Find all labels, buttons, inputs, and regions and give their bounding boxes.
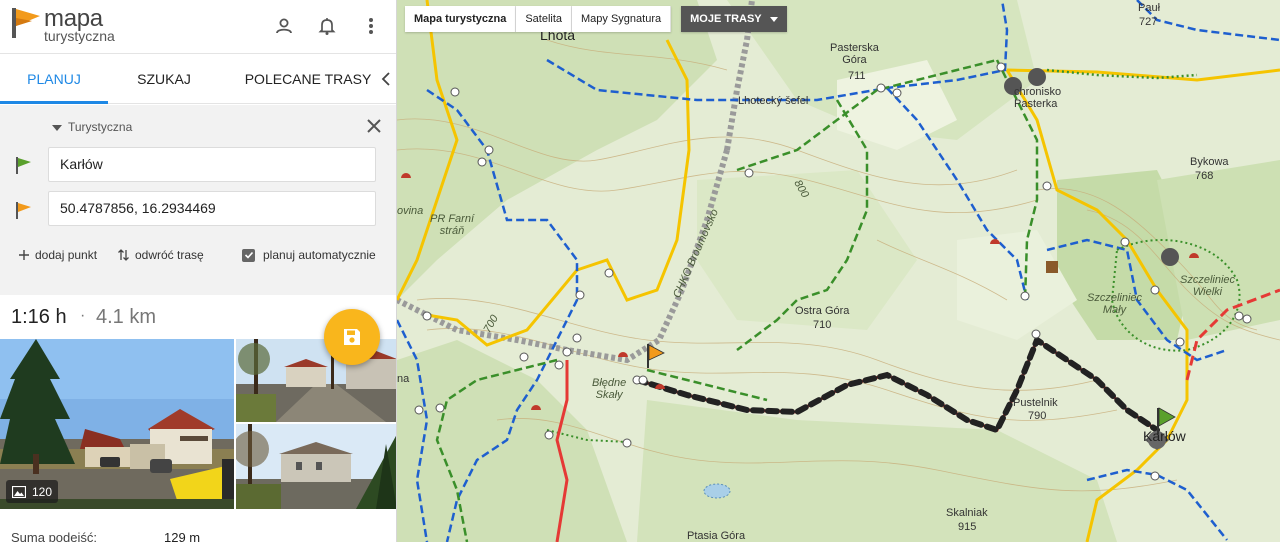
end-point-input[interactable]: 50.4787856, 16.2934469 — [48, 191, 376, 226]
route-distance: 4.1 km — [96, 306, 157, 328]
save-icon — [344, 329, 360, 345]
top-bar: mapa turystyczna — [0, 0, 396, 54]
map-type-toolbar: Mapa turystyczna Satelita Mapy Sygnatura… — [405, 6, 787, 32]
end-flag-icon — [16, 202, 31, 219]
label-ostra-gora: Ostra Góra — [795, 305, 850, 317]
photo-count: 120 — [32, 484, 53, 499]
reverse-route-button[interactable]: odwróć trasę — [117, 248, 204, 262]
swap-vert-icon — [118, 249, 129, 261]
label-bledne-skaly: Błędne Skały — [592, 377, 627, 401]
collapse-panel-button[interactable] — [375, 54, 396, 104]
map-view[interactable]: Mapa turystyczna Satelita Mapy Sygnatura… — [397, 0, 1280, 542]
image-icon — [12, 485, 26, 498]
bell-icon[interactable] — [314, 13, 340, 39]
tab-bar: PLANUJ SZUKAJ POLECANE TRASY — [0, 54, 396, 104]
label-pustelnik-elev: 790 — [1028, 410, 1047, 422]
start-flag-icon — [16, 157, 31, 174]
close-planner-button[interactable] — [365, 117, 383, 135]
plus-icon — [19, 250, 29, 260]
summary-separator: · — [80, 307, 86, 324]
ascent-value: 129 m — [164, 530, 201, 542]
check-icon — [244, 251, 253, 259]
user-icon[interactable] — [271, 13, 297, 39]
map-type-tourist-button[interactable]: Mapa turystyczna — [405, 6, 517, 32]
tab-planuj[interactable]: PLANUJ — [0, 54, 108, 104]
label-paul-elev: 727 — [1139, 16, 1158, 28]
map-type-signature-button[interactable]: Mapy Sygnatura — [572, 6, 672, 32]
caret-down-icon — [769, 16, 778, 22]
label-ptasia-gora: Ptasia Góra — [687, 530, 746, 542]
label-lhotecky-sefel: Lhotecký šefel — [738, 95, 809, 107]
reverse-route-label: odwróć trasę — [135, 248, 204, 262]
more-vert-icon[interactable] — [358, 13, 384, 39]
label-skalniak: Skalniak — [946, 507, 988, 519]
photo-count-badge[interactable]: 120 — [6, 480, 59, 503]
auto-plan-label: planuj automatycznie — [263, 248, 376, 262]
label-schronisko: chronisko Pasterka — [1014, 86, 1062, 110]
route-type-select[interactable]: Turystyczna — [52, 120, 132, 134]
label-skalniak-elev: 915 — [958, 521, 977, 533]
label-bykowa: Bykowa — [1190, 156, 1229, 168]
ascent-label: Suma podejść: — [11, 530, 97, 542]
photo-gallery: 120 — [0, 339, 397, 509]
auto-plan-toggle[interactable]: planuj automatycznie — [242, 248, 376, 262]
my-routes-button[interactable]: MOJE TRASY — [681, 6, 787, 32]
route-time: 1:16 h — [11, 306, 67, 328]
sidebar: mapa turystyczna PLANUJ SZUKAJ POLECANE … — [0, 0, 397, 542]
logo-text-sub: turystyczna — [44, 28, 115, 44]
label-ovina: ovina — [397, 205, 424, 217]
my-routes-label: MOJE TRASY — [690, 13, 762, 25]
map-type-satellite-button[interactable]: Satelita — [516, 6, 573, 32]
label-szczeliniec-wielki: Szczeliniec Wielki — [1180, 274, 1236, 298]
tab-polecane-trasy[interactable]: POLECANE TRASY — [240, 54, 376, 104]
label-pr-farni-stran: PR Farní stráň — [430, 213, 475, 237]
label-paul: Pauł — [1138, 2, 1161, 14]
route-type-label: Turystyczna — [68, 120, 133, 134]
label-pasterska-gora-elev: 711 — [848, 70, 866, 82]
save-route-button[interactable] — [324, 309, 380, 365]
tab-szukaj[interactable]: SZUKAJ — [112, 54, 216, 104]
label-na: na — [397, 373, 410, 385]
label-ostra-gora-elev: 710 — [813, 319, 832, 331]
chevron-left-icon — [381, 72, 390, 86]
caret-down-icon — [52, 124, 62, 131]
label-pustelnik: Pustelnik — [1013, 397, 1058, 409]
add-point-button[interactable]: dodaj punkt — [18, 248, 97, 262]
label-szczeliniec-maly: Szczeliniec Mały — [1087, 292, 1143, 316]
add-point-label: dodaj punkt — [35, 248, 98, 262]
auto-plan-checkbox[interactable] — [242, 248, 255, 262]
label-karlow: Karłów — [1143, 428, 1186, 444]
logo-flag-icon — [12, 8, 40, 38]
route-planner: Turystyczna Karłów 50.4787856, 16.293446… — [0, 105, 396, 295]
map-canvas[interactable] — [397, 0, 1280, 542]
close-icon — [367, 119, 381, 133]
photo-3[interactable] — [236, 424, 397, 509]
logo[interactable]: mapa turystyczna — [10, 6, 130, 46]
label-pasterska-gora: Pasterska Góra — [830, 42, 879, 66]
ascent-stat: Suma podejść: 129 m — [11, 530, 311, 542]
label-bykowa-elev: 768 — [1195, 170, 1214, 182]
start-point-input[interactable]: Karłów — [48, 147, 376, 182]
